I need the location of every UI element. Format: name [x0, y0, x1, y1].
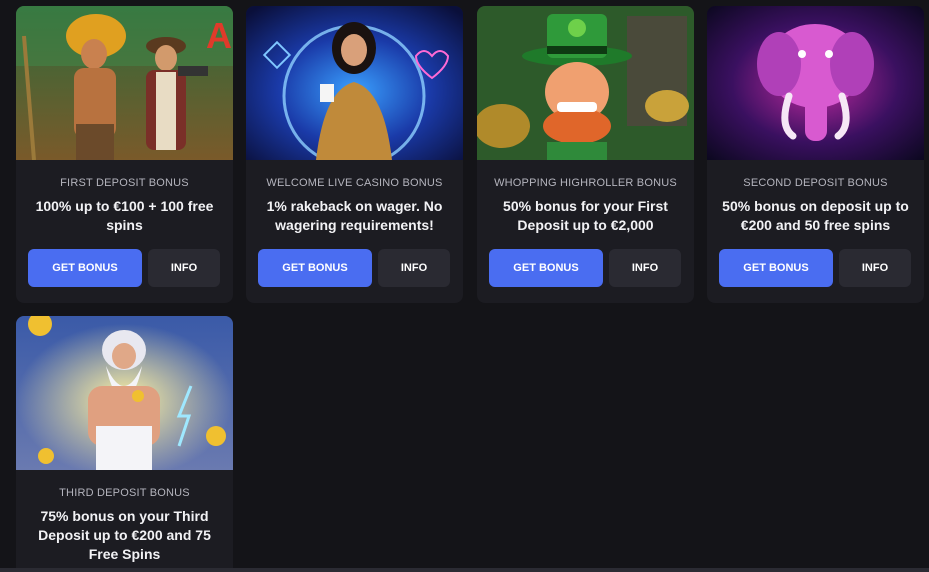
- get-bonus-button[interactable]: GET BONUS: [258, 249, 372, 287]
- bonus-actions: GET BONUS INFO: [477, 249, 694, 287]
- horizontal-scrollbar[interactable]: [0, 568, 929, 572]
- bonus-card-third-deposit: THIRD DEPOSIT BONUS 75% bonus on your Th…: [16, 316, 233, 572]
- bonus-actions: GET BONUS INFO: [246, 249, 463, 287]
- bonus-title: 75% bonus on your Third Deposit up to €2…: [38, 508, 211, 562]
- bonus-grid: A FIRST DEPOSIT BONUS 100% up to €100 + …: [0, 0, 929, 572]
- bonus-card-whopping-highroller: WHOPPING HIGHROLLER BONUS 50% bonus for …: [477, 6, 694, 303]
- live-dealer-illustration: [246, 6, 463, 160]
- neon-elephant-illustration: [707, 6, 924, 160]
- bonus-card-second-deposit: SECOND DEPOSIT BONUS 50% bonus on deposi…: [707, 6, 924, 303]
- info-button[interactable]: INFO: [378, 249, 450, 287]
- bonus-actions: GET BONUS INFO: [707, 249, 924, 287]
- bonus-title: 100% up to €100 + 100 free spins: [35, 198, 214, 233]
- get-bonus-button[interactable]: GET BONUS: [719, 249, 833, 287]
- bonus-title: 1% rakeback on wager. No wagering requir…: [266, 198, 443, 233]
- bonus-type-label: WELCOME LIVE CASINO BONUS: [266, 177, 443, 189]
- info-button[interactable]: INFO: [839, 249, 911, 287]
- info-button[interactable]: INFO: [148, 249, 220, 287]
- jungle-adventurers-illustration: A: [16, 6, 233, 160]
- bonus-actions: GET BONUS INFO: [16, 249, 233, 287]
- get-bonus-button[interactable]: GET BONUS: [489, 249, 603, 287]
- bonus-card-first-deposit: A FIRST DEPOSIT BONUS 100% up to €100 + …: [16, 6, 233, 303]
- bonus-type-label: SECOND DEPOSIT BONUS: [743, 177, 888, 189]
- bonus-type-label: WHOPPING HIGHROLLER BONUS: [494, 177, 677, 189]
- bonus-title: 50% bonus for your First Deposit up to €…: [503, 198, 668, 233]
- bonus-title: 50% bonus on deposit up to €200 and 50 f…: [722, 198, 909, 233]
- leprechaun-illustration: [477, 6, 694, 160]
- bonus-type-label: THIRD DEPOSIT BONUS: [59, 487, 190, 499]
- svg-text:A: A: [206, 15, 232, 56]
- info-button[interactable]: INFO: [609, 249, 681, 287]
- bonus-type-label: FIRST DEPOSIT BONUS: [60, 177, 189, 189]
- zeus-illustration: [16, 316, 233, 470]
- bonus-card-welcome-live-casino: WELCOME LIVE CASINO BONUS 1% rakeback on…: [246, 6, 463, 303]
- get-bonus-button[interactable]: GET BONUS: [28, 249, 142, 287]
